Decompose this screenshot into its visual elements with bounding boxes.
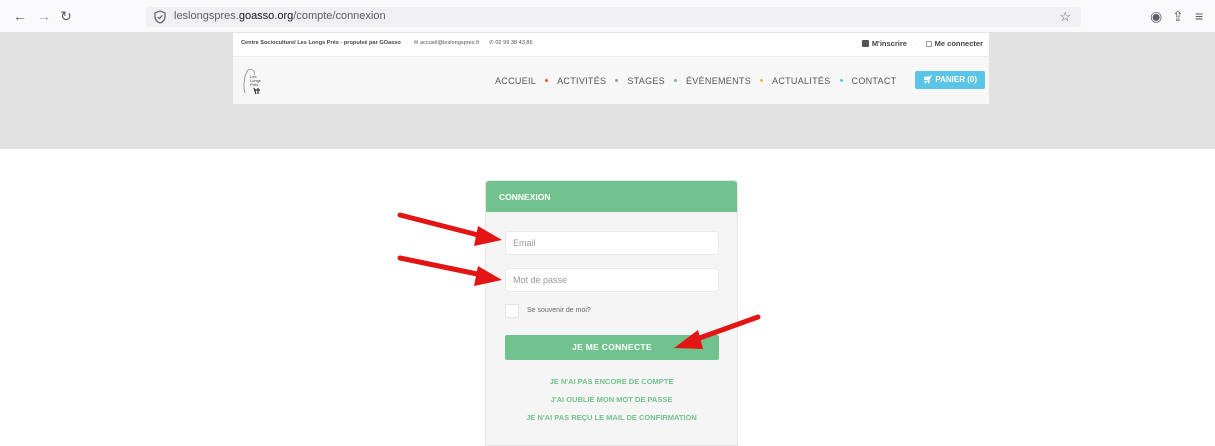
bookmark-star-icon[interactable]: ☆ (1059, 9, 1071, 25)
nav-separator-dot (615, 79, 619, 82)
back-icon[interactable]: ← (12, 8, 28, 24)
login-panel: CONNEXION Se souvenir de moi? JE ME CONN… (485, 180, 738, 446)
nav-item-0[interactable]: ACCUEIL (495, 76, 536, 86)
login-panel-header: CONNEXION (486, 181, 737, 212)
main-navigation: Les Longs Prés ACCUEIL ACTIVITÉS STAGES ÉVÈ… (233, 57, 989, 104)
no-account-link[interactable]: JE N'AI PAS ENCORE DE COMPTE (486, 377, 737, 386)
shield-icon[interactable] (153, 10, 167, 24)
mail-icon: ✉ (413, 40, 419, 46)
forward-icon[interactable]: → (36, 8, 52, 24)
reload-icon[interactable]: ↻ (58, 8, 74, 24)
nav-separator-dot (839, 79, 843, 82)
nav-separator-dot (545, 79, 549, 82)
nav-separator-dot (760, 79, 764, 82)
lock-icon (925, 41, 932, 47)
nav-item-5[interactable]: CONTACT (852, 76, 897, 86)
org-name: Centre Socioculturel Les Longs Prés - pr… (241, 40, 401, 46)
signup-link[interactable]: M'inscrire (872, 39, 907, 48)
signup-icon (861, 40, 869, 47)
cart-icon: 🛒︎ (922, 75, 934, 84)
nav-item-3[interactable]: ÉVÈNEMENTS (686, 76, 751, 86)
site-logo[interactable]: Les Longs Prés (239, 66, 265, 96)
no-confirmation-mail-link[interactable]: JE N'AI PAS REÇU LE MAIL DE CONFIRMATION (486, 413, 737, 422)
contact-email[interactable]: accueil@leslongspres.fr (420, 40, 479, 46)
nav-item-4[interactable]: ACTUALITÉS (772, 76, 831, 86)
site-topbar: Centre Socioculturel Les Longs Prés - pr… (233, 33, 989, 57)
password-field[interactable] (505, 268, 719, 292)
phone-icon: ✆ (489, 40, 494, 46)
nav-separator-dot (674, 79, 677, 82)
login-link[interactable]: Me connecter (935, 39, 983, 48)
nav-menu: ACCUEIL ACTIVITÉS STAGES ÉVÈNEMENTS ACTUALIT… (495, 76, 896, 86)
forgot-password-link[interactable]: J'AI OUBLIÉ MON MOT DE PASSE (486, 395, 737, 404)
cart-button[interactable]: 🛒︎ PANIER (0) (915, 71, 985, 89)
email-field[interactable] (505, 231, 719, 255)
extension-icon[interactable]: ◉ (1150, 8, 1162, 24)
url-text: leslongspres.goasso.org/compte/connexion (174, 10, 386, 22)
remember-me-checkbox[interactable] (505, 304, 519, 318)
login-title: CONNEXION (499, 192, 551, 202)
logo-text-3: Prés (250, 82, 258, 87)
login-submit-button[interactable]: JE ME CONNECTE (505, 335, 719, 360)
nav-item-1[interactable]: ACTIVITÉS (557, 76, 606, 86)
nav-item-2[interactable]: STAGES (627, 76, 665, 86)
remember-me-label: Se souvenir de moi? (527, 307, 591, 314)
contact-phone[interactable]: 02 99 38 43 86 (495, 40, 532, 46)
browser-toolbar: ← → ↻ leslongspres.goasso.org/compte/con… (0, 0, 1215, 33)
menu-icon[interactable]: ≡ (1195, 8, 1203, 24)
address-bar[interactable]: leslongspres.goasso.org/compte/connexion… (146, 7, 1081, 27)
share-icon[interactable]: ⇪ (1172, 8, 1184, 24)
